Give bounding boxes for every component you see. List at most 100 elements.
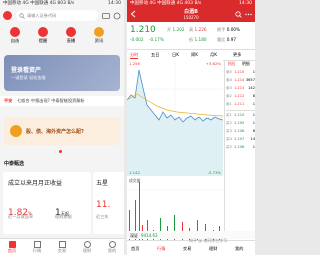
intraday-chart-svg [127,60,223,240]
high-label: 高 [189,27,194,32]
axis-price-bottom: 1.142 [129,170,140,175]
nav-market[interactable]: 行情 [157,246,165,252]
level-label: 卖4 [226,78,232,82]
level-vol: 1 [252,113,255,117]
level-label: 卖1 [226,102,232,106]
stock-header: 中国移动 4G 中国联通 4G 403 B/s 14:30 白酒B 150270 [127,0,255,22]
tab-daily-k[interactable]: 日K [172,52,179,58]
level-label: 买2 [226,121,232,125]
intraday-chart[interactable]: 1.256 1.142 +3.62% -5.73% 成交量 [127,60,223,240]
level-vol: 1 [252,121,255,125]
news-ticker[interactable]: 平安 七般合 中报出现? 中泰智能投资解析 [0,96,124,106]
volume-label: 成交量 [129,178,141,183]
more-icon[interactable] [245,11,252,18]
price-change-pct: -0.17% [149,37,164,42]
nav-wealth[interactable]: 理财 [209,246,217,252]
open-label: 开 [167,27,172,32]
quick-icon-favorites[interactable]: 自选 [6,27,24,44]
message-icon[interactable] [102,12,110,20]
volume-ratio-quote: 量比 0.97 [217,37,236,43]
chart-icon [33,241,41,248]
nav-wealth[interactable]: 理财 [78,241,96,254]
level-vol: 1 [252,102,255,106]
level-price: 1.215 [234,70,245,74]
turnover-value: 0.00% [226,27,241,32]
quick-icon-label: 提醒 [38,38,48,43]
level-price: 1.214 [234,78,245,82]
headset-icon[interactable] [113,12,121,20]
nav-me[interactable]: 我的 [103,241,121,254]
nav-label: 首页 [7,248,17,253]
level-vol: 1 [252,145,255,149]
order-book: 档位 明细 卖5 1.215 1 卖4 1.214 3657 卖3 1.213 142 卖2… [224,60,255,240]
nav-trade[interactable]: 交易 [183,246,191,252]
dot-active [59,150,62,153]
level-label: 买5 [226,145,232,149]
quick-icon-label: 资讯 [94,38,104,43]
status-bar: 中国移动 4G 中国联通 4G 403 B/s 14:30 [127,0,255,8]
turnover-label: 换手 [217,27,226,32]
level-label: 卖5 [226,70,232,74]
bell-icon [38,27,48,37]
tab-intraday[interactable]: 分时 [130,52,139,59]
card-title: 成立以来月月正收益 [8,180,63,187]
axis-pct-top: +3.62% [205,61,221,66]
index-value: 9414.63 [141,232,158,238]
carrier-text: 中国移动 4G 中国联通 4G 803 B/s [3,1,75,6]
level-vol: 3657 [245,78,255,82]
tab-more[interactable]: 更多 [233,52,241,58]
carousel-dots [55,150,69,153]
watermark: 知乎 @ 诸同学在学习 [189,238,228,243]
level-price: 1.213 [234,86,245,90]
tab-levels[interactable]: 档位 [228,61,236,67]
search-icon[interactable] [235,11,242,18]
level-price: 1.206 [234,145,245,149]
promo-text: 股、债、海外资产怎么配? [26,129,84,135]
nav-market[interactable]: 行情 [28,241,46,254]
nav-trade[interactable]: 交易 [53,241,71,254]
nav-label: 理财 [82,248,92,253]
news-tag: 平安 [4,98,13,103]
level-label: 买4 [226,137,232,141]
trade-icon [58,241,66,248]
status-bar: 中国移动 4G 中国联通 4G 803 B/s 14:30 [0,0,124,8]
nav-label: 行情 [32,248,42,253]
quick-icon-label: 直播 [66,38,76,43]
card-yield-label: 近一月收益率 [8,214,34,219]
video-icon [66,27,76,37]
nav-home[interactable]: 首页 [131,246,139,252]
level-label: 买1 [226,113,232,117]
quick-icon-live[interactable]: 直播 [62,27,80,44]
card-title: 五星 [96,180,109,187]
level-vol: 1 [252,70,255,74]
level-vol: 14 [250,137,255,141]
clock: 14:30 [239,1,252,6]
coin-icon [10,125,22,137]
quick-icon-news[interactable]: 资讯 [90,27,108,44]
product-card-1[interactable]: 成立以来月月正收益 1.82% 1天起 近一月收益率 理财期限 [3,172,91,234]
turnover-quote: 换手 0.00% [217,27,240,33]
nav-home[interactable]: 首页 [3,241,21,254]
tab-five-day[interactable]: 五日 [151,52,159,58]
search-input[interactable]: 请输入证券代码 [16,10,98,21]
login-banner[interactable]: 登录看资产 一键登录 轻松查看 [4,55,120,91]
user-icon [108,241,116,248]
nav-me[interactable]: 我的 [235,246,243,252]
tab-weekly-k[interactable]: 周K [191,52,198,58]
high-quote: 高 1.226 [189,27,207,33]
tab-details[interactable]: 明细 [242,61,250,67]
axis-price-top: 1.256 [129,61,140,66]
level-price: 1.212 [234,94,245,98]
diamond-icon [94,27,104,37]
promo-card[interactable]: 股、债、海外资产怎么配? [4,117,120,145]
banner-title: 登录看资产 [11,67,42,74]
level-label: 买3 [226,129,232,133]
quick-icon-label: 自选 [10,38,20,43]
level-price: 1.207 [234,137,245,141]
card-yield-label: 近三年 [96,214,109,219]
level-vol: 6 [252,129,255,133]
product-card-2[interactable]: 五星 11. 近三年 [93,172,124,234]
quick-icon-alerts[interactable]: 提醒 [34,27,52,44]
tab-monthly-k[interactable]: 月K [210,52,217,58]
nav-label: 交易 [57,248,67,253]
